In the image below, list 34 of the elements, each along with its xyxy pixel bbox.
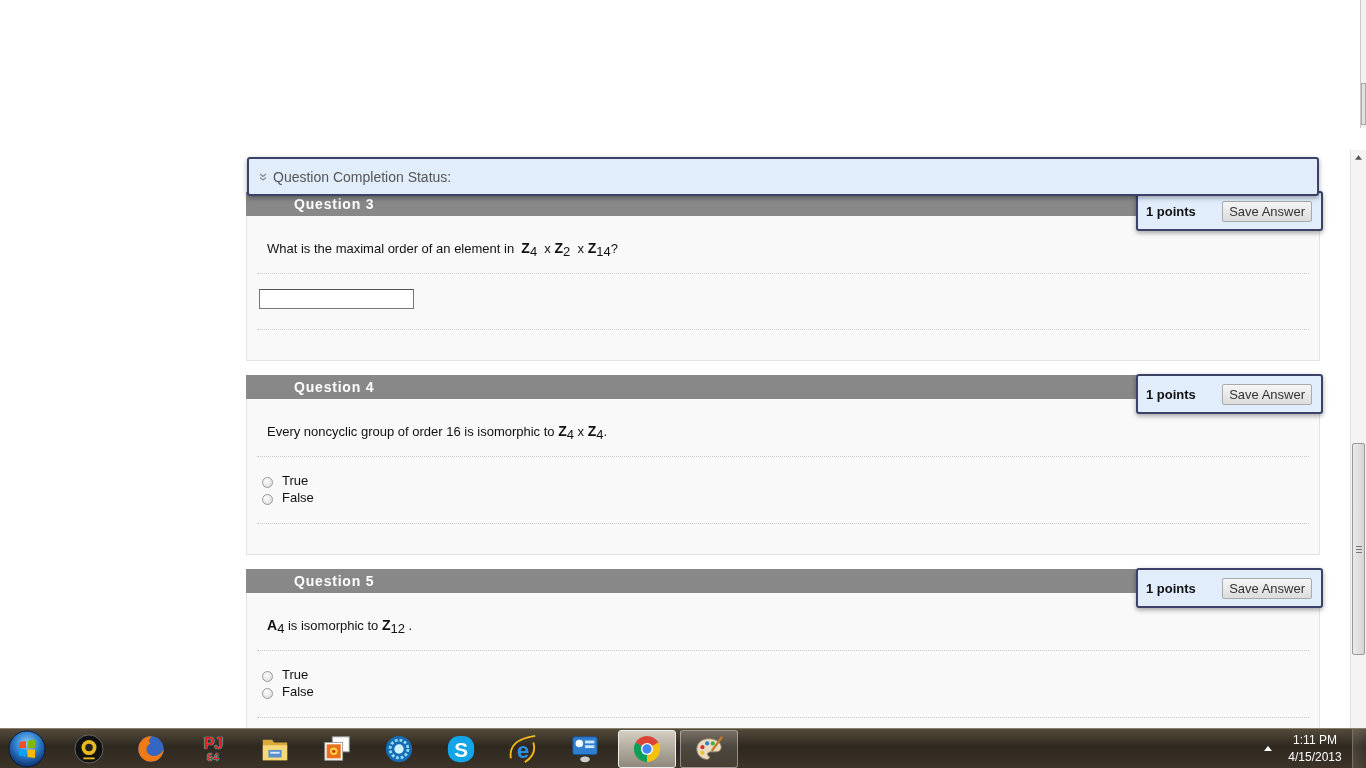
scrollbar-thumb[interactable] <box>1352 443 1365 655</box>
start-button[interactable] <box>7 728 47 768</box>
points-label: 1 points <box>1146 386 1196 402</box>
save-answer-button[interactable]: Save Answer <box>1222 577 1312 599</box>
swirl-disc-icon[interactable] <box>384 733 414 764</box>
save-answer-button[interactable]: Save Answer <box>1222 200 1312 222</box>
frame-scrollbar[interactable] <box>1360 0 1366 128</box>
radio-button[interactable] <box>262 477 273 488</box>
show-desktop-button[interactable] <box>1352 729 1366 768</box>
question-title: Question 4 <box>294 378 375 396</box>
radio-button[interactable] <box>262 688 273 699</box>
tray-arrow-icon[interactable] <box>1264 746 1272 751</box>
save-answer-button[interactable]: Save Answer <box>1222 383 1312 405</box>
monitor-panel-icon[interactable] <box>570 733 600 764</box>
scroll-up-arrow-icon[interactable] <box>1355 155 1362 160</box>
photo-stack-icon[interactable] <box>322 733 352 764</box>
option-label: True <box>282 667 309 682</box>
option-label: True <box>282 473 309 488</box>
points-label: 1 points <box>1146 580 1196 596</box>
page-scrollbar[interactable] <box>1350 150 1366 728</box>
radio-button[interactable] <box>262 494 273 505</box>
clock[interactable]: 1:11 PM 4/15/2013 <box>1286 731 1344 766</box>
points-label: 1 points <box>1146 203 1196 219</box>
option-label: False <box>282 490 314 505</box>
fox-globe-icon[interactable] <box>136 733 166 764</box>
taskbar-button[interactable] <box>618 729 676 768</box>
radio-button[interactable] <box>262 671 273 682</box>
answer-field[interactable] <box>259 289 414 309</box>
question-title: Question 3 <box>294 195 375 213</box>
option-label: False <box>282 684 314 699</box>
completion-status-bar[interactable]: Question Completion Status: <box>247 157 1319 196</box>
webcam-icon[interactable] <box>74 733 104 764</box>
tricolor-wheel-icon <box>632 733 662 764</box>
question-title: Question 5 <box>294 572 375 590</box>
